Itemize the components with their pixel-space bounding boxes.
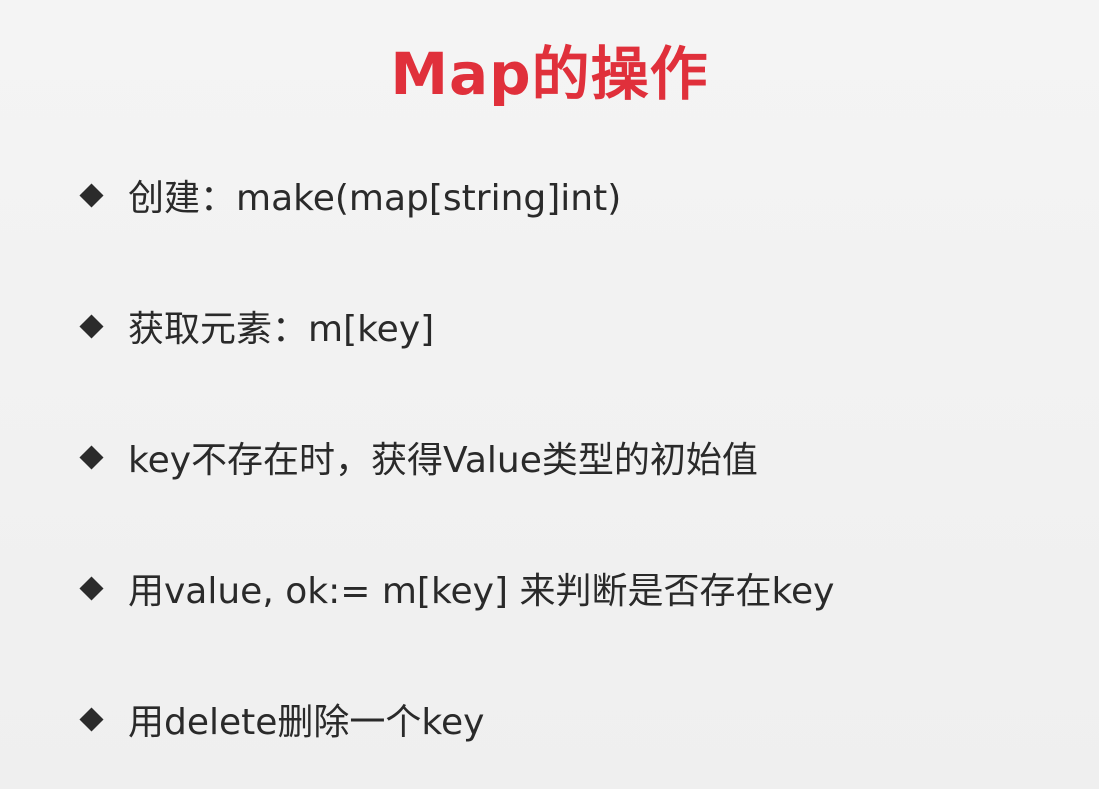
bullet-text: 获取元素：m[key] [128, 309, 435, 350]
diamond-bullet-icon [78, 313, 104, 339]
bullet-item: key不存在时，获得Value类型的初始值 [78, 422, 758, 492]
diamond-bullet-icon [78, 706, 104, 732]
bullet-text: key不存在时，获得Value类型的初始值 [128, 440, 758, 481]
bullet-text: 用delete删除一个key [128, 702, 485, 743]
bullet-item: 用delete删除一个key [78, 684, 485, 754]
bullet-item: 用value, ok:= m[key] 来判断是否存在key [78, 553, 835, 623]
slide: Map的操作 创建：make(map[string]int) 获取元素：m[ke… [0, 0, 1099, 789]
diamond-bullet-icon [78, 182, 104, 208]
bullet-text: 创建：make(map[string]int) [128, 178, 622, 219]
bullet-text: 用value, ok:= m[key] 来判断是否存在key [128, 571, 835, 612]
bullet-item: 获取元素：m[key] [78, 291, 435, 361]
diamond-bullet-icon [78, 575, 104, 601]
slide-title: Map的操作 [390, 40, 709, 108]
diamond-bullet-icon [78, 444, 104, 470]
bullet-item: 创建：make(map[string]int) [78, 160, 622, 230]
